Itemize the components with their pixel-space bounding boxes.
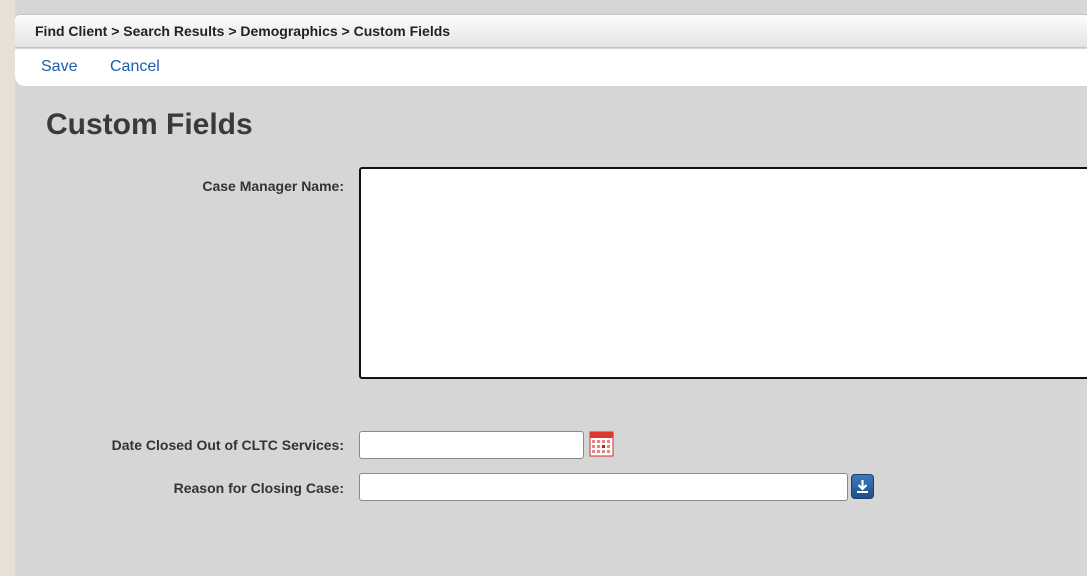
breadcrumb: Find Client > Search Results > Demograph… <box>35 23 451 39</box>
reason-label: Reason for Closing Case: <box>173 480 344 496</box>
reason-dropdown-button[interactable] <box>851 474 874 499</box>
save-button[interactable]: Save <box>41 58 77 76</box>
page-title: Custom Fields <box>46 108 253 141</box>
reason-input[interactable] <box>359 473 848 501</box>
download-arrow-icon <box>857 480 868 493</box>
date-closed-input[interactable] <box>359 431 584 459</box>
case-manager-textarea[interactable] <box>359 167 1087 379</box>
date-closed-label: Date Closed Out of CLTC Services: <box>111 437 344 453</box>
case-manager-label: Case Manager Name: <box>202 178 344 194</box>
cancel-button[interactable]: Cancel <box>110 58 160 76</box>
calendar-icon[interactable] <box>589 431 614 457</box>
breadcrumb-bar: Find Client > Search Results > Demograph… <box>15 14 1087 48</box>
toolbar: Save Cancel <box>15 49 1087 86</box>
